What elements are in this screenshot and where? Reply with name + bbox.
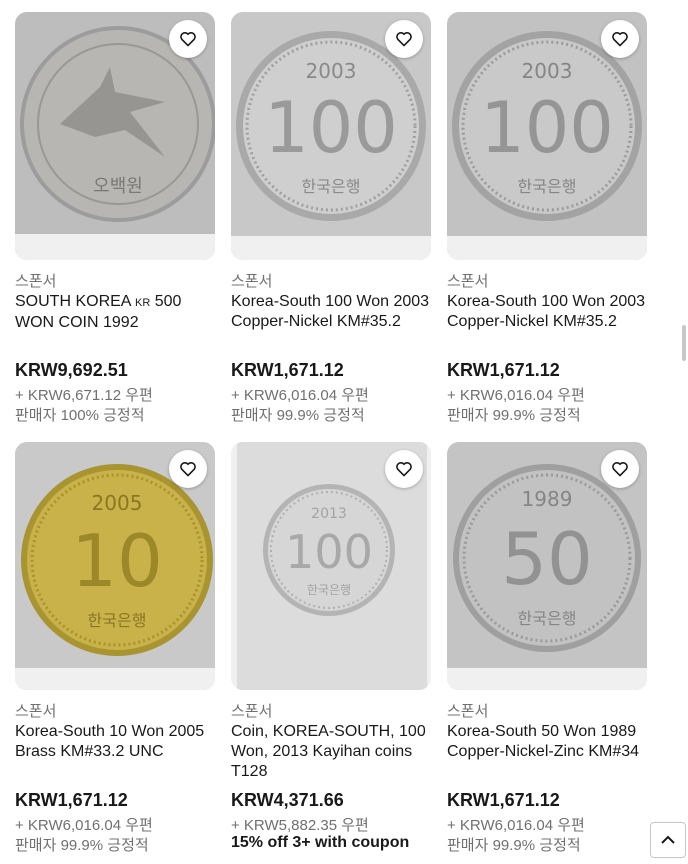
listing-title[interactable]: SOUTH KOREA KR 500 WON COIN 1992 [15, 292, 220, 333]
listing-price: KRW1,671.12 [447, 790, 560, 810]
shipping-cost: + KRW6,016.04 우편 [15, 817, 153, 834]
coin-value: 10 [71, 519, 163, 603]
seller-rating: 판매자 99.9% 긍정적 [15, 837, 149, 854]
listing-title[interactable]: Korea-South 50 Won 1989 Copper-Nickel-Zi… [447, 722, 652, 762]
listing-price: KRW9,692.51 [15, 360, 128, 380]
shipping-cost: + KRW6,016.04 우편 [447, 817, 585, 834]
heart-icon [180, 462, 196, 477]
coin-value: 100 [285, 525, 373, 579]
listing-price: KRW4,371.66 [231, 790, 344, 810]
coin-label: 한국은행 [302, 177, 361, 196]
scrollbar-thumb[interactable] [682, 325, 686, 361]
listing-grid: 오백원 스폰서 SOUTH KOREA KR 500 WON COIN 1992… [0, 0, 688, 864]
coin-label: 한국은행 [518, 609, 577, 628]
heart-icon [180, 32, 196, 47]
coin-label: 오백원 [93, 176, 143, 197]
sponsored-label: 스폰서 [447, 273, 489, 290]
wishlist-button[interactable] [601, 20, 639, 58]
seller-rating: 판매자 100% 긍정적 [15, 407, 145, 424]
heart-icon [396, 32, 412, 47]
shipping-cost: + KRW6,671.12 우편 [15, 387, 153, 404]
title-kr: KR [135, 297, 151, 309]
chevron-up-icon [661, 835, 675, 844]
back-to-top-button[interactable] [650, 822, 686, 858]
listing-title[interactable]: Korea-South 100 Won 2003 Copper-Nickel K… [447, 292, 652, 332]
listing-title[interactable]: Korea-South 100 Won 2003 Copper-Nickel K… [231, 292, 436, 332]
scrollbar[interactable] [678, 0, 688, 864]
coin-label: 한국은행 [518, 177, 577, 196]
wishlist-button[interactable] [169, 20, 207, 58]
title-text: SOUTH KOREA [15, 293, 136, 310]
shipping-cost: + KRW6,016.04 우편 [447, 387, 585, 404]
wishlist-button[interactable] [601, 450, 639, 488]
listing-price: KRW1,671.12 [15, 790, 128, 810]
coin-year: 1989 [522, 487, 573, 511]
coin-value: 100 [264, 87, 398, 169]
coin-label: 한국은행 [88, 611, 147, 630]
coin-year: 2013 [311, 506, 347, 522]
sponsored-label: 스폰서 [231, 703, 273, 720]
wishlist-button[interactable] [385, 450, 423, 488]
coupon-offer[interactable]: 15% off 3+ with coupon [231, 834, 409, 852]
wishlist-button[interactable] [385, 20, 423, 58]
wishlist-button[interactable] [169, 450, 207, 488]
sponsored-label: 스폰서 [447, 703, 489, 720]
sponsored-label: 스폰서 [15, 703, 57, 720]
seller-rating: 판매자 99.9% 긍정적 [447, 837, 581, 854]
sponsored-label: 스폰서 [231, 273, 273, 290]
heart-icon [612, 462, 628, 477]
listing-title[interactable]: Korea-South 10 Won 2005 Brass KM#33.2 UN… [15, 722, 220, 762]
heart-icon [612, 32, 628, 47]
heart-icon [396, 462, 412, 477]
seller-rating: 판매자 99.9% 긍정적 [231, 407, 365, 424]
coin-year: 2005 [92, 491, 143, 515]
shipping-cost: + KRW5,882.35 우편 [231, 817, 369, 834]
coin-label: 한국은행 [307, 582, 351, 597]
coin-value: 50 [501, 517, 593, 601]
coin-value: 100 [480, 87, 614, 169]
coin-year: 2003 [522, 59, 573, 83]
listing-title[interactable]: Coin, KOREA-SOUTH, 100 Won, 2013 Kayihan… [231, 722, 436, 782]
listing-price: KRW1,671.12 [231, 360, 344, 380]
coin-year: 2003 [306, 59, 357, 83]
listing-price: KRW1,671.12 [447, 360, 560, 380]
seller-rating: 판매자 99.9% 긍정적 [447, 407, 581, 424]
shipping-cost: + KRW6,016.04 우편 [231, 387, 369, 404]
sponsored-label: 스폰서 [15, 273, 57, 290]
